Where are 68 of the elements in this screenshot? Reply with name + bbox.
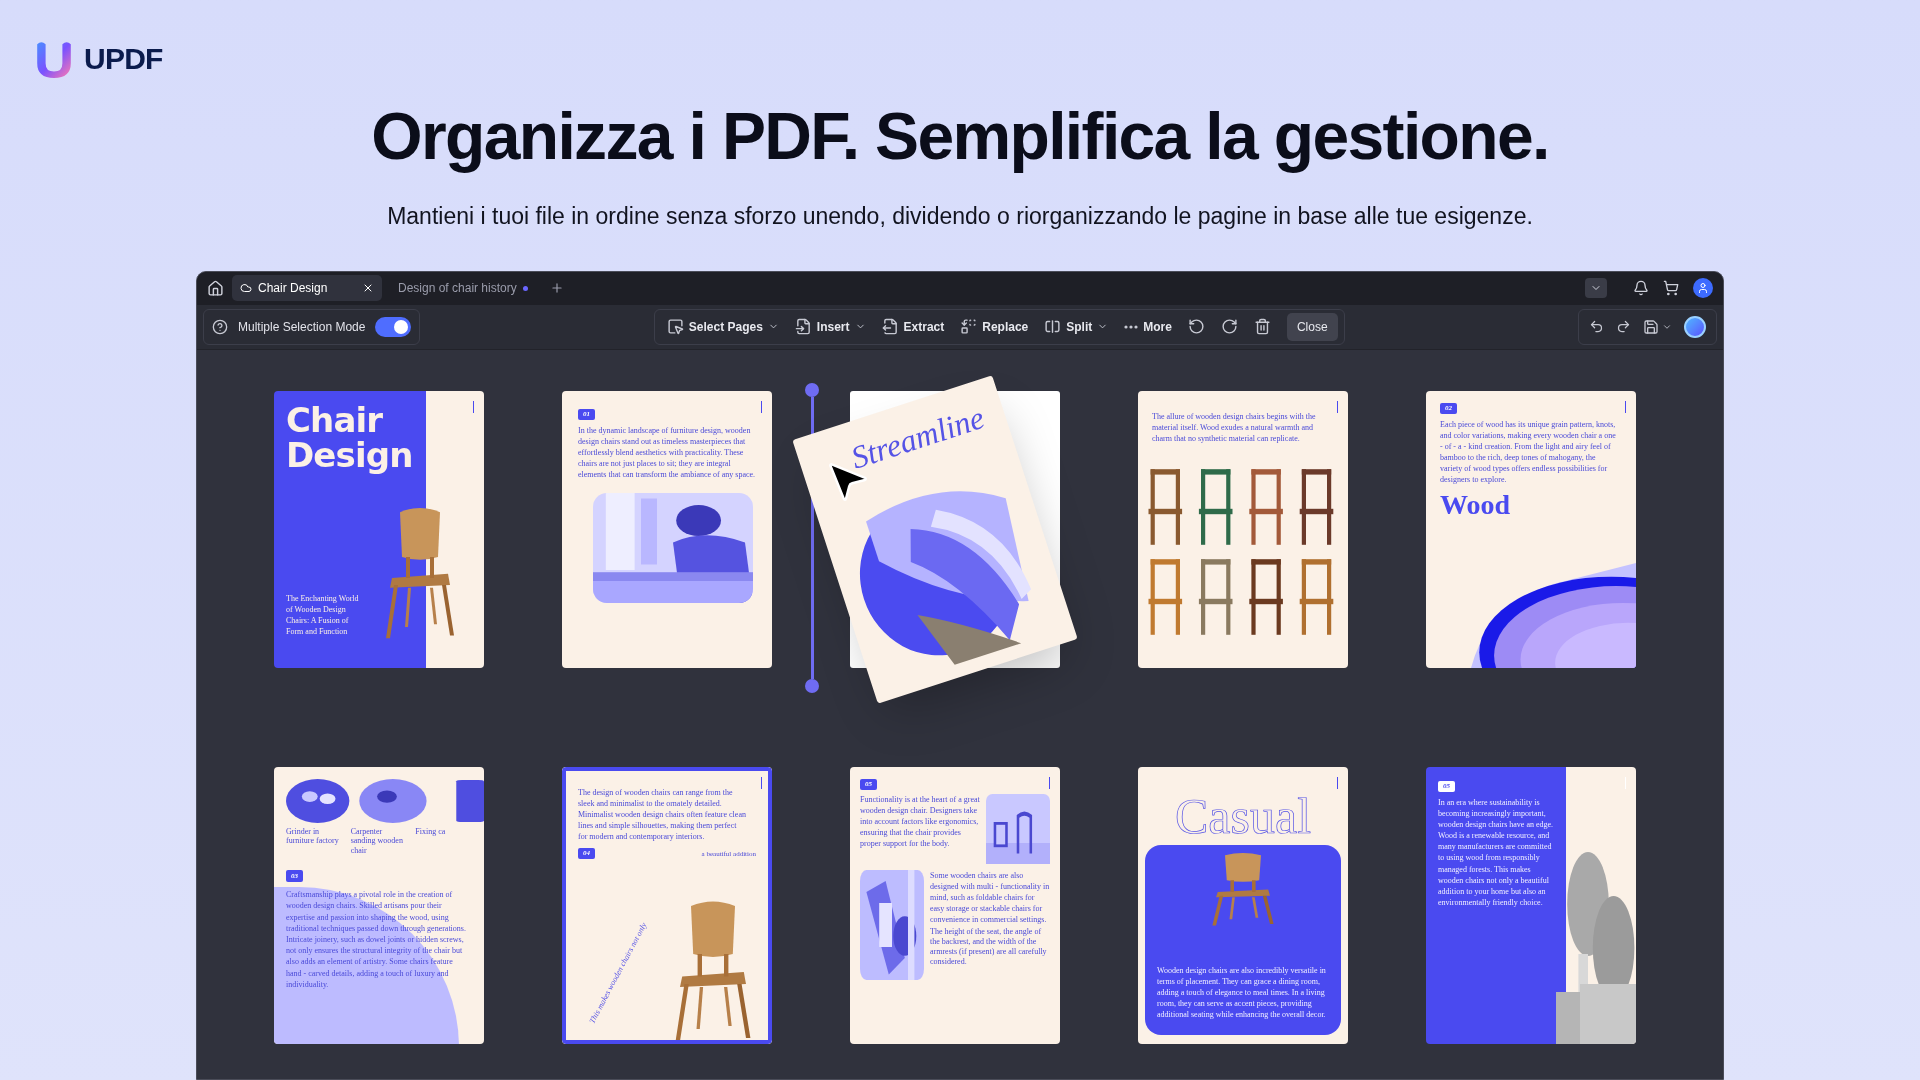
cover-subtitle: The Enchanting World of Wooden Design Chairs: A Fusion of Form and Function [286,594,360,638]
tool-button[interactable]: Insert [788,312,872,341]
tool-button[interactable]: More [1118,312,1178,341]
page-text: In the dynamic landscape of furniture design, wooden design chairs stand out as timeless masterpieces that effortlessly blend aesthetics with practicality. These chairs are not just places to sit; they are integral elements that can transform the ambiance of any space. [578,424,756,481]
cart-icon[interactable] [1663,280,1679,296]
page-text: Each piece of wood has its unique grain pattern, knots, and color variations, making every wooden chair a one - of - a - kind creation. From the light and airy feel of bamboo to the rich, deep tones of mahogany, the variety of wood types offers endless possibilities for designers to explore. [1440,418,1617,486]
cover-title: Chair Design [286,402,414,474]
tabs-dropdown-button[interactable] [1585,278,1607,298]
photo-caption: Fixing ca [415,826,447,838]
page-thumbnail[interactable] [562,390,772,668]
document-tab[interactable]: Chair Design [232,275,382,301]
split-icon [1044,318,1062,335]
home-icon[interactable] [207,279,224,297]
page-thumbnail[interactable] [850,766,1060,1044]
tab-label: Design of chair history [398,280,517,297]
delete-icon[interactable] [1253,318,1271,335]
close-icon[interactable] [362,282,374,294]
tool-button[interactable]: Select Pages [660,312,785,341]
page-thumbnail[interactable] [1426,390,1636,668]
mode-switch[interactable] [375,316,412,337]
save-icon[interactable] [1643,318,1659,335]
page-text: Craftsmanship plays a pivotal role in the creation of wooden design chairs. Skilled artisans pour their expertise and passion into shaping the wood, using traditional techniques passed down through generations. Intricate joinery, such as dowel joints or hidden screws, not only ensures the structural integrity of the chair but also adds an element of artistry. Some chairs feature hand - carved details, adding a touch of luxury and individuality. [286,889,467,990]
photo-caption: Carpenter sanding wooden chair [350,826,404,856]
tool-button[interactable]: Extract [875,312,951,341]
accent-line [1625,400,1626,413]
assistant-icon[interactable] [1684,315,1706,338]
page-thumbnail[interactable] [1426,766,1636,1044]
brand-name: UPDF [84,41,163,77]
page-title: Wood [1440,490,1511,519]
rotate-left-icon[interactable] [1187,318,1205,335]
page-text: In an era where sustainability is becoming increasingly important, wooden design chairs have an edge. Wood is a renewable resource, and many manufacturers are committed to using wood from responsibly managed forests. This makes wooden chairs not only a beautiful addition to your home but also an environmentally friendly choice. [1438,796,1555,909]
tool-button[interactable]: Replace [954,312,1035,341]
accent-line [473,400,474,413]
redo-icon[interactable] [1616,319,1631,334]
page-thumbnail[interactable] [274,766,484,1044]
page-text: Functionality is at the heart of a great wooden design chair. Designers take into account factors like ergonomics, ensuring that the chair provides proper support for the body. [860,793,980,851]
notification-icon[interactable] [1633,280,1649,296]
close-button[interactable]: Close [1286,312,1338,341]
accent-line [761,776,762,789]
page-title: Casual [1174,790,1312,841]
document-tab[interactable]: Design of chair history [390,275,536,301]
tab-label: Chair Design [258,280,329,297]
rotate-right-icon[interactable] [1220,318,1238,335]
page-thumbnail[interactable]: The allure of wooden design chairs begins with the material itself. Wood exudes a natural warmth and charm that no synthetic material can replicate. [1138,390,1348,668]
page-footnote: The height of the seat, the angle of the backrest, and the width of the armrests (if present) are all carefully considered. [930,927,1048,968]
undo-icon[interactable] [1589,319,1604,334]
page-thumbnail[interactable] [1138,766,1348,1044]
extract-icon [881,318,899,335]
avatar-icon[interactable] [1693,278,1713,298]
page-thumbnail[interactable] [562,766,772,1044]
page-text: Wooden design chairs are also incredibly versatile in terms of placement. They can grace a dining room, adding a touch of elegance to meal times. In a living room, they can serve as accent pieces, providing additional seating while enhancing the overall decor. [1157,964,1327,1021]
accent-line [1337,776,1338,789]
photo-caption: Grinder in furniture factory [286,826,340,848]
page-text: The allure of wooden design chairs begins with the material itself. Wood exudes a natural warmth and charm that no synthetic material can replicate. [1151,410,1317,445]
insert-icon [794,318,812,335]
help-icon[interactable] [212,318,228,335]
tool-button[interactable]: Split [1038,312,1115,341]
page-text: The design of wooden chairs can range from the sleek and minimalist to the ornately detailed. Minimalist wooden design chairs often feature clean lines and simple silhouettes, making them perfect for modern and contemporary interiors. [578,786,747,843]
accent-line [1337,400,1338,413]
accent-line [1049,776,1050,789]
accent-line [761,400,762,413]
more-icon [1124,324,1139,329]
replace-icon [960,318,978,335]
page-text: Some wooden chairs are also designed with multi - functionality in mind, such as foldable chairs for easy storage or stackable chairs for convenience in commercial settings. [930,869,1050,926]
select-icon [666,318,684,335]
new-tab-icon[interactable] [549,281,564,295]
mode-label: Multiple Selection Mode [238,318,366,336]
subtitle: Mantieni i tuoi file in ordine senza sforzo unendo, dividendo o riorganizzando le pagine in base alle tue esigenze. [386,202,1534,231]
